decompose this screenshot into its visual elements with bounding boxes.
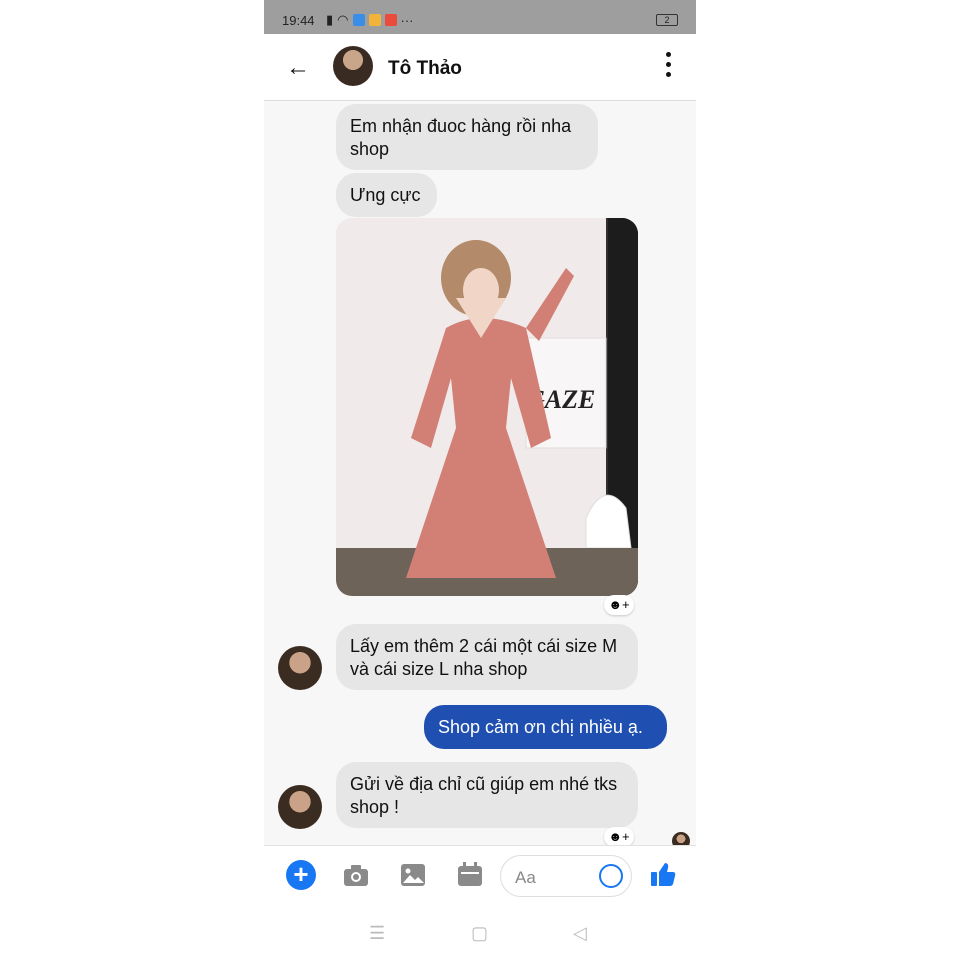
sender-avatar[interactable] (278, 646, 322, 690)
messenger-screen: 19:44 ▮ ◠ ··· 2 ← Tô Thảo Em nhận đuoc h… (264, 0, 696, 960)
message-placeholder: Aa (515, 868, 536, 887)
add-reaction-button[interactable]: ☻+ (604, 827, 634, 847)
chat-header: ← Tô Thảo (264, 34, 696, 101)
add-reaction-button[interactable]: ☻+ (604, 595, 634, 615)
message-incoming[interactable]: Lấy em thêm 2 cái một cái size M và cái … (336, 624, 638, 690)
app-notification-icon (384, 14, 397, 26)
more-notifications-icon: ··· (400, 12, 414, 28)
composer-bar: + Aa (264, 845, 696, 908)
menu-nav-icon[interactable]: ☰ (369, 923, 385, 944)
emoji-icon[interactable] (599, 864, 623, 888)
status-bar: 19:44 ▮ ◠ ··· 2 (264, 0, 696, 34)
more-options-icon[interactable] (666, 52, 672, 82)
sender-avatar[interactable] (278, 785, 322, 829)
photo-illustration: GAZE (336, 218, 638, 596)
signal-icon: ▮ (326, 12, 334, 27)
message-list[interactable]: Em nhận đuoc hàng rồi nha shop Ưng cực G… (264, 101, 696, 850)
status-icons: ▮ ◠ ··· (326, 12, 414, 28)
camera-icon[interactable] (341, 860, 371, 890)
message-outgoing[interactable]: Shop cảm ơn chị nhiều ạ. (424, 705, 667, 749)
gallery-icon[interactable] (398, 860, 428, 890)
app-notification-icon (352, 14, 365, 26)
contact-name[interactable]: Tô Thảo (388, 58, 462, 80)
status-time: 19:44 (282, 13, 315, 28)
like-thumb-icon[interactable] (648, 860, 678, 890)
dress-photo[interactable]: GAZE (336, 218, 638, 596)
contact-avatar[interactable] (333, 46, 373, 86)
app-notification-icon (368, 14, 381, 26)
back-arrow-icon[interactable]: ← (286, 54, 310, 82)
wifi-icon: ◠ (337, 12, 349, 27)
system-nav-bar: ☰ ▢ ◁ (264, 907, 696, 960)
message-incoming[interactable]: Em nhận đuoc hàng rồi nha shop (336, 104, 598, 170)
back-nav-icon[interactable]: ◁ (573, 923, 587, 944)
message-incoming[interactable]: Gửi về địa chỉ cũ giúp em nhé tks shop ! (336, 762, 638, 828)
plus-icon[interactable]: + (286, 860, 316, 890)
calendar-icon[interactable] (455, 860, 485, 890)
message-input[interactable]: Aa (500, 855, 632, 897)
battery-icon: 2 (656, 14, 678, 26)
home-nav-icon[interactable]: ▢ (471, 923, 488, 944)
message-incoming[interactable]: Ưng cực (336, 173, 437, 217)
